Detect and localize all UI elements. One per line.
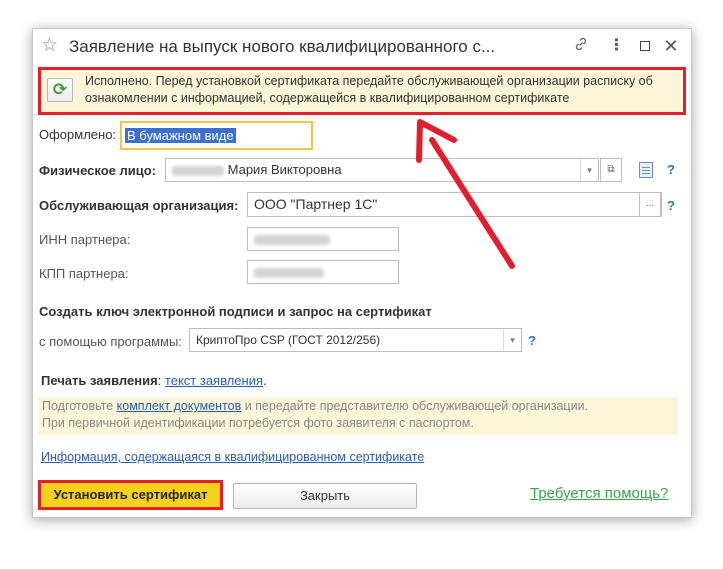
notice-line-1: Исполнено. Перед установкой сертификата …: [85, 74, 653, 88]
link-icon[interactable]: [571, 36, 591, 56]
org-value: ООО "Партнер 1С": [254, 196, 378, 212]
menu-icon[interactable]: ⋮: [606, 36, 626, 56]
issued-label: Оформлено:: [39, 127, 117, 142]
program-label: с помощью программы:: [39, 334, 182, 349]
person-value: Мария Викторовна: [227, 162, 342, 177]
hint-part1: Подготовьте: [42, 399, 117, 413]
close-button[interactable]: Закрыть: [233, 483, 417, 509]
program-select[interactable]: КриптоПро CSP (ГОСТ 2012/256) ▾: [189, 328, 522, 352]
org-label: Обслуживающая организация:: [39, 198, 239, 213]
chevron-down-icon[interactable]: ▾: [580, 159, 598, 181]
key-section-title: Создать ключ электронной подписи и запро…: [39, 304, 432, 319]
kpp-label: КПП партнера:: [39, 266, 129, 281]
install-certificate-button[interactable]: Установить сертификат: [38, 480, 223, 510]
close-icon[interactable]: ✕: [661, 36, 681, 56]
title-bar: ☆ Заявление на выпуск нового квалифициро…: [33, 29, 691, 65]
notice-line-2: ознакомлении с информацией, содержащейся…: [85, 91, 570, 105]
print-separator: :: [157, 373, 162, 388]
notice-text: Исполнено. Перед установкой сертификата …: [85, 73, 685, 107]
application-text-link[interactable]: текст заявления: [165, 373, 263, 388]
star-icon[interactable]: ☆: [41, 36, 58, 56]
hint-line-1: Подготовьте комплект документов и переда…: [42, 398, 588, 415]
help-icon[interactable]: ?: [528, 333, 536, 348]
maximize-icon[interactable]: [635, 36, 655, 56]
hint-text: Подготовьте комплект документов и переда…: [42, 398, 588, 432]
issued-value: В бумажном виде: [125, 128, 236, 143]
print-label: Печать заявления: [41, 373, 158, 388]
person-surname-redacted: [172, 165, 224, 176]
hint-line-2: При первичной идентификации потребуется …: [42, 416, 474, 430]
print-end: .: [263, 373, 267, 388]
refresh-icon[interactable]: ⟳: [47, 78, 73, 102]
help-icon[interactable]: ?: [667, 198, 675, 213]
application-dialog: ☆ Заявление на выпуск нового квалифициро…: [32, 28, 692, 518]
org-field[interactable]: ООО "Партнер 1С": [247, 192, 662, 217]
select-org-button[interactable]: ...: [639, 192, 661, 217]
issued-field[interactable]: В бумажном виде: [120, 121, 313, 150]
need-help-link[interactable]: Требуется помощь?: [530, 485, 668, 502]
documents-hint: Подготовьте комплект документов и переда…: [38, 397, 678, 435]
print-row: Печать заявления: текст заявления.: [41, 373, 267, 388]
chevron-down-icon[interactable]: ▾: [503, 329, 521, 351]
inn-label: ИНН партнера:: [39, 232, 131, 247]
help-icon[interactable]: ?: [667, 162, 675, 177]
person-label: Физическое лицо:: [39, 163, 157, 178]
window-title: Заявление на выпуск нового квалифицирова…: [69, 37, 496, 56]
inn-field[interactable]: [247, 227, 399, 251]
open-record-icon[interactable]: ⧉: [600, 158, 622, 182]
kpp-redacted: [254, 267, 324, 278]
hint-part2: и передайте представителю обслуживающей …: [241, 399, 589, 413]
person-field[interactable]: Мария Викторовна ▾: [165, 158, 599, 182]
document-icon[interactable]: [639, 162, 653, 178]
kpp-field[interactable]: [247, 260, 399, 284]
documents-kit-link[interactable]: комплект документов: [117, 399, 242, 413]
certificate-info-link[interactable]: Информация, содержащаяся в квалифицирова…: [41, 450, 424, 464]
program-value: КриптоПро CSP (ГОСТ 2012/256): [196, 333, 381, 347]
status-notice: ⟳ Исполнено. Перед установкой сертификат…: [38, 67, 686, 115]
inn-redacted: [254, 234, 330, 245]
